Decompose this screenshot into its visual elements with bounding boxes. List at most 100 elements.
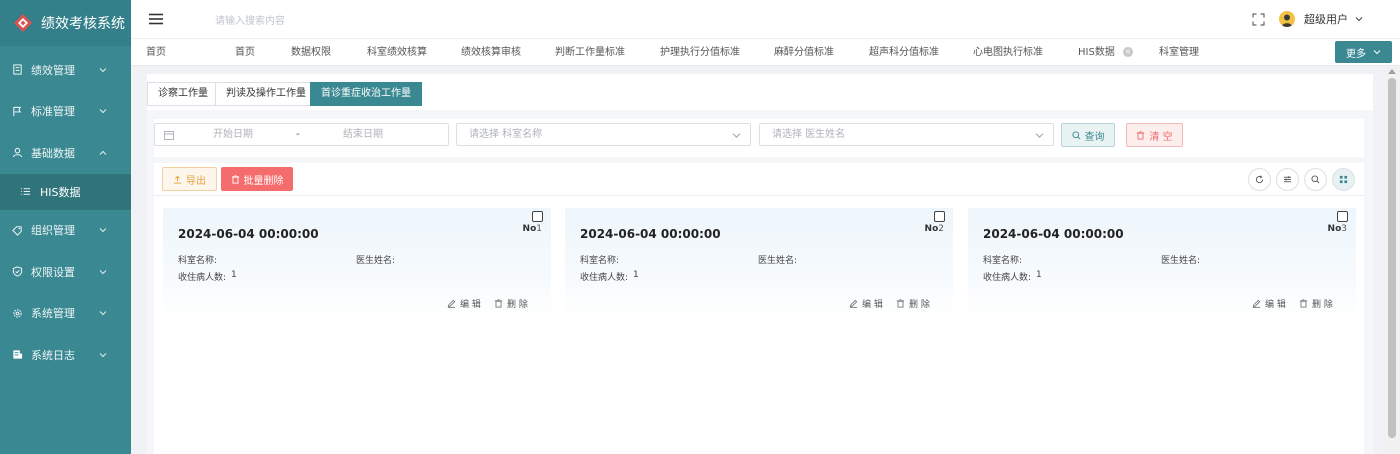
- card-checkbox[interactable]: [1337, 211, 1348, 222]
- card-checkbox[interactable]: [934, 211, 945, 222]
- tab-label: HIS数据: [1078, 47, 1115, 58]
- card-date: 2024-06-04 00:00:00: [178, 227, 319, 241]
- doctor-select-placeholder: 请选择 医生姓名: [772, 129, 846, 140]
- dept-name-label: 科室名称:: [178, 256, 218, 266]
- sidebar-item-basic-data[interactable]: 基础数据: [0, 132, 131, 174]
- sidebar-item-standards[interactable]: 标准管理: [0, 91, 131, 133]
- sidebar-item-label: 标准管理: [31, 105, 75, 119]
- chevron-down-icon: [99, 311, 107, 316]
- tab-ultrasound-score[interactable]: 超声科分值标准: [869, 39, 939, 66]
- record-card: No2 2024-06-04 00:00:00 科室名称: 医生姓名: 收住病人…: [565, 208, 953, 320]
- export-label: 导出: [186, 175, 206, 187]
- dept-select[interactable]: 请选择 科室名称: [456, 123, 751, 146]
- delete-button[interactable]: 删 除: [896, 297, 930, 310]
- subtab-consultation[interactable]: 诊察工作量: [147, 82, 219, 106]
- tab-workload-standard[interactable]: 判断工作量标准: [555, 39, 625, 66]
- date-separator: -: [296, 129, 300, 140]
- patients-value: 1: [231, 270, 237, 280]
- export-button[interactable]: 导出: [162, 167, 217, 191]
- tab-anesthesia-score[interactable]: 麻醉分值标准: [774, 39, 834, 66]
- doctor-name-label: 医生姓名:: [758, 256, 798, 266]
- delete-button[interactable]: 删 除: [494, 297, 528, 310]
- sidebar-item-label: HIS数据: [40, 185, 81, 199]
- tab-home-fixed[interactable]: 首页: [146, 39, 166, 66]
- card-date: 2024-06-04 00:00:00: [580, 227, 721, 241]
- sidebar-item-organization[interactable]: 组织管理: [0, 210, 131, 252]
- more-label: 更多: [1346, 48, 1366, 60]
- query-button[interactable]: 查询: [1061, 123, 1115, 147]
- hamburger-menu-icon[interactable]: [149, 13, 163, 25]
- column-settings-button[interactable]: [1276, 168, 1299, 191]
- edit-button[interactable]: 编 辑: [447, 297, 481, 310]
- app-title: 绩效考核系统: [41, 16, 125, 32]
- patients-value: 1: [633, 270, 639, 280]
- close-icon[interactable]: ×: [1122, 47, 1133, 57]
- subtab-critical-admission[interactable]: 首诊重症收治工作量: [310, 82, 422, 106]
- trash-icon: [896, 299, 905, 308]
- tab-his-data[interactable]: HIS数据 ×: [1078, 39, 1133, 66]
- doctor-name-label: 医生姓名:: [356, 256, 396, 266]
- edit-button[interactable]: 编 辑: [1252, 297, 1286, 310]
- batch-delete-label: 批量删除: [243, 175, 284, 187]
- tab-home[interactable]: 首页: [235, 39, 255, 66]
- tag-icon: [12, 226, 22, 236]
- fullscreen-icon[interactable]: [1252, 13, 1265, 26]
- trash-icon: [1299, 299, 1308, 308]
- tab-dept-management[interactable]: 科室管理: [1159, 39, 1199, 66]
- user-name[interactable]: 超级用户: [1304, 11, 1348, 27]
- doctor-name-label: 医生姓名:: [1161, 256, 1201, 266]
- subtab-reading-operation[interactable]: 判读及操作工作量: [215, 82, 317, 106]
- tab-performance-review[interactable]: 绩效核算审核: [461, 39, 521, 66]
- search-icon: [1071, 130, 1080, 139]
- search-input[interactable]: 请输入搜索内容: [215, 12, 285, 27]
- patients-label: 收住病人数:: [178, 273, 227, 283]
- edit-button[interactable]: 编 辑: [849, 297, 883, 310]
- date-range-picker[interactable]: 开始日期 - 结束日期: [154, 123, 449, 146]
- start-date-input[interactable]: 开始日期: [213, 124, 253, 145]
- tab-nursing-score[interactable]: 护理执行分值标准: [660, 39, 740, 66]
- tab-ecg-standard[interactable]: 心电图执行标准: [973, 39, 1043, 66]
- scrollbar-thumb[interactable]: [1388, 78, 1396, 438]
- chevron-down-icon[interactable]: [1355, 15, 1363, 23]
- chevron-down-icon: [1035, 133, 1044, 138]
- sidebar-item-logs[interactable]: 系统日志: [0, 334, 131, 376]
- tab-bar: 首页 首页 数据权限 科室绩效核算 绩效核算审核 判断工作量标准 护理执行分值标…: [131, 38, 1400, 66]
- scroll-up-arrow-icon[interactable]: [1388, 69, 1396, 74]
- batch-delete-button[interactable]: 批量删除: [221, 167, 293, 191]
- sidebar-item-performance[interactable]: 绩效管理: [0, 49, 131, 91]
- flag-icon: [13, 106, 22, 116]
- page-scrollbar[interactable]: [1384, 66, 1400, 454]
- card-checkbox[interactable]: [532, 211, 543, 222]
- avatar[interactable]: [1279, 11, 1295, 27]
- toggle-search-button[interactable]: [1304, 168, 1327, 191]
- tab-dept-performance[interactable]: 科室绩效核算: [367, 39, 427, 66]
- sidebar-item-permissions[interactable]: 权限设置: [0, 251, 131, 293]
- doctor-select[interactable]: 请选择 医生姓名: [759, 123, 1054, 146]
- chevron-down-icon: [99, 352, 107, 357]
- card-no-label: No: [1327, 224, 1342, 234]
- document-icon: [13, 64, 22, 75]
- list-toolbar: 导出 批量删除: [154, 163, 1364, 196]
- more-button[interactable]: 更多: [1335, 41, 1392, 63]
- sidebar-item-label: 系统管理: [31, 307, 75, 321]
- sidebar-item-system[interactable]: 系统管理: [0, 293, 131, 335]
- tab-data-permission[interactable]: 数据权限: [291, 39, 331, 66]
- clear-button[interactable]: 清 空: [1126, 123, 1183, 147]
- sidebar-item-his-data[interactable]: HIS数据: [0, 173, 131, 210]
- sidebar-item-label: 基础数据: [31, 146, 75, 160]
- delete-label: 删 除: [1312, 300, 1333, 310]
- main-content: 诊察工作量 判读及操作工作量 首诊重症收治工作量 开始日期 - 结束日期 请选择…: [147, 74, 1373, 454]
- search-icon: [1311, 175, 1320, 184]
- list-icon: [20, 188, 31, 195]
- card-no-label: No: [522, 224, 537, 234]
- end-date-input[interactable]: 结束日期: [343, 124, 383, 145]
- delete-button[interactable]: 删 除: [1299, 297, 1333, 310]
- card-number: No3: [1328, 224, 1347, 234]
- dept-select-placeholder: 请选择 科室名称: [469, 129, 543, 140]
- edit-label: 编 辑: [862, 300, 883, 310]
- card-view-button[interactable]: [1332, 168, 1355, 191]
- refresh-icon: [1255, 175, 1264, 184]
- upload-icon: [173, 175, 182, 184]
- gear-icon: [13, 309, 22, 318]
- refresh-button[interactable]: [1248, 168, 1271, 191]
